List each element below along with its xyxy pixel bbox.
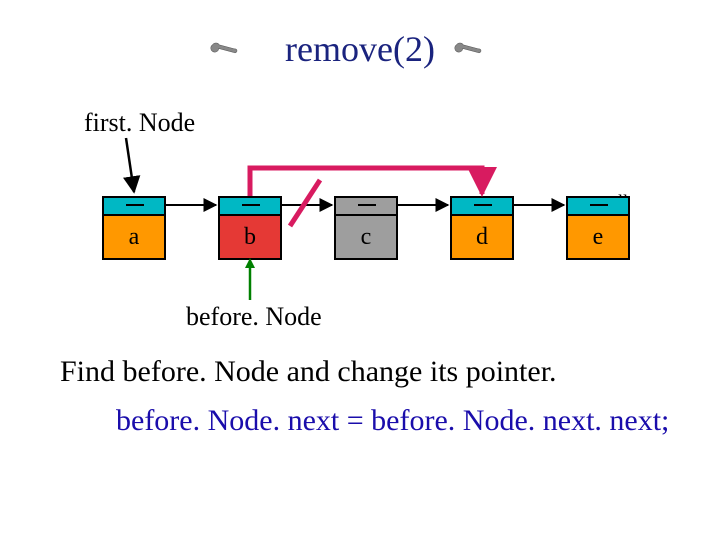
node-c-pointer (336, 198, 396, 216)
node-e-label: e (568, 216, 628, 258)
node-a-label: a (104, 216, 164, 258)
node-e-pointer (568, 198, 628, 216)
before-node-label: before. Node (186, 302, 322, 332)
explanation-text: Find before. Node and change its pointer… (60, 355, 557, 389)
arrow-layer (0, 0, 720, 540)
node-a-pointer (104, 198, 164, 216)
cut-slash (290, 180, 320, 226)
node-c-label: c (336, 216, 396, 258)
code-line: before. Node. next = before. Node. next.… (116, 404, 669, 438)
node-b-pointer (220, 198, 280, 216)
bypass-arrow (250, 168, 482, 196)
tick-icon (126, 204, 144, 206)
node-d-label: d (452, 216, 512, 258)
tick-icon (358, 204, 376, 206)
node-d-pointer (452, 198, 512, 216)
tick-icon (590, 204, 608, 206)
tick-icon (474, 204, 492, 206)
first-node-arrow (126, 138, 134, 192)
tick-icon (242, 204, 260, 206)
slide-title: remove(2) (0, 28, 720, 70)
first-node-label: first. Node (84, 108, 195, 138)
node-b-label: b (220, 216, 280, 258)
